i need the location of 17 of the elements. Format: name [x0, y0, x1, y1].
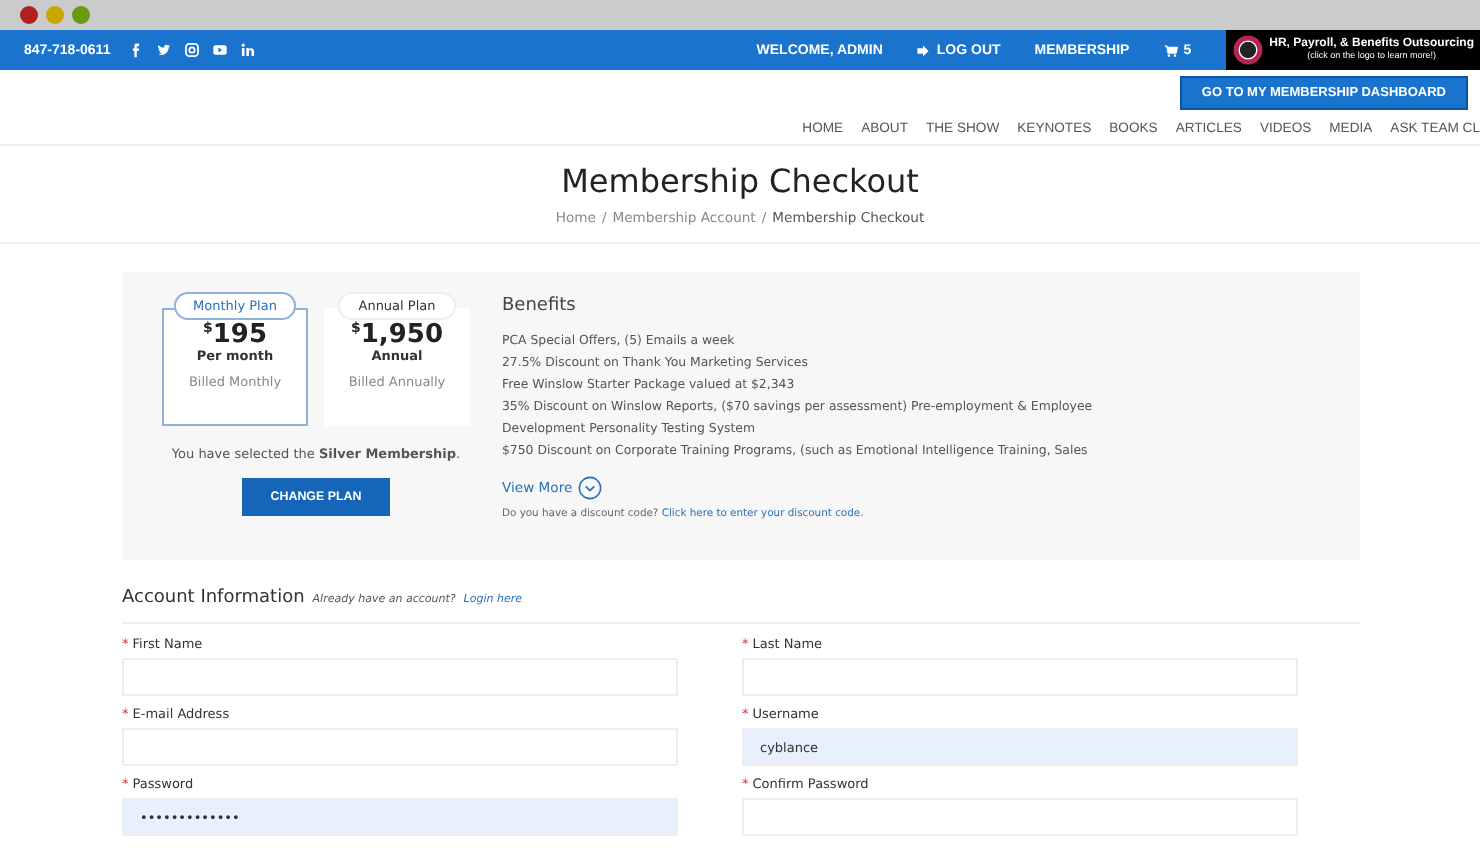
plan-price: $^{$}$1,950 [351, 322, 443, 348]
benefits-heading: Benefits [502, 296, 578, 316]
minimize-dot[interactable] [46, 6, 64, 24]
video-icon[interactable] [212, 42, 229, 58]
logo-icon [1231, 34, 1264, 66]
page-title: Membership Checkout [559, 160, 921, 200]
linkedin-icon[interactable] [240, 42, 257, 58]
close-dot[interactable] [20, 6, 38, 24]
section-heading: Account Information [122, 588, 305, 608]
plan-price: $^{$}$195 [202, 322, 267, 348]
logout-icon [916, 43, 931, 57]
maximize-dot[interactable] [72, 6, 90, 24]
cart-icon [1163, 43, 1178, 57]
facebook-icon[interactable] [128, 42, 145, 58]
chevron-down-icon [578, 476, 603, 500]
twitter-icon[interactable] [156, 42, 173, 58]
instagram-icon[interactable] [184, 42, 201, 58]
